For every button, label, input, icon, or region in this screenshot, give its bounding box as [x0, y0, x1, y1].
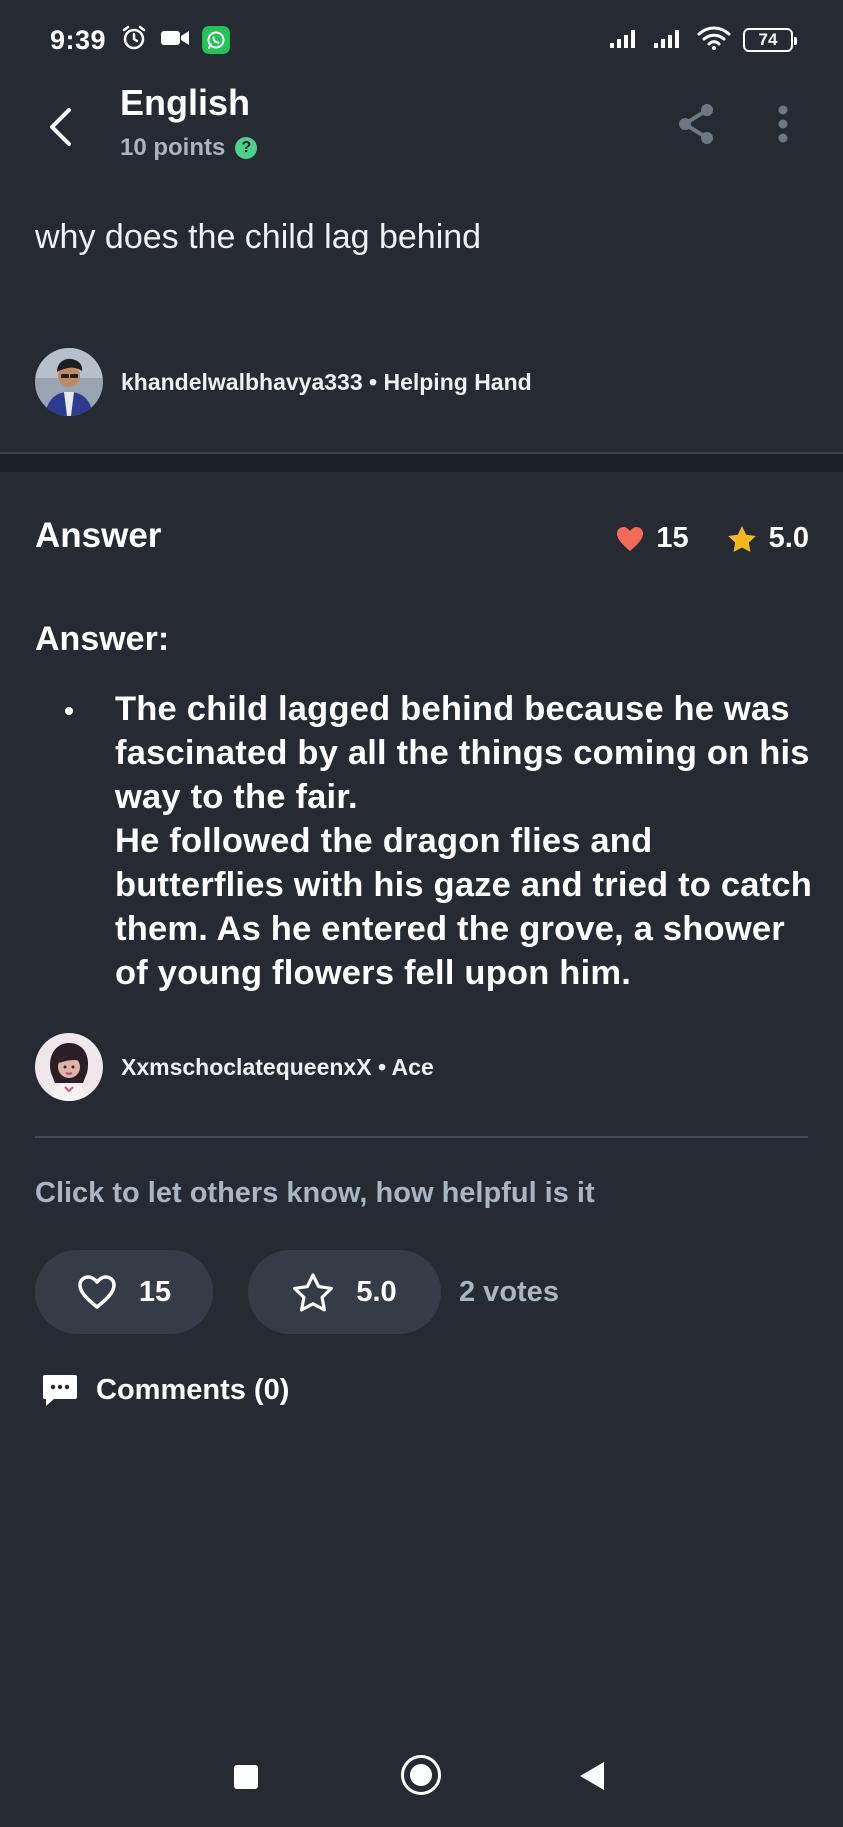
answerer-rank: Ace: [391, 1053, 434, 1080]
like-button-count: 15: [138, 1275, 172, 1308]
rating-stat: 5.0: [727, 522, 809, 555]
status-right-icons: 74: [609, 25, 797, 56]
comments-button[interactable]: Comments (0): [42, 1373, 289, 1407]
answer-stats: 15 5.0: [616, 522, 809, 555]
points-label: 10 points: [120, 134, 226, 161]
more-options-button[interactable]: [765, 100, 801, 148]
chevron-left-icon: [50, 108, 71, 146]
star-icon: [727, 525, 756, 552]
status-time: 9:39: [50, 24, 107, 55]
whatsapp-icon: [202, 26, 231, 54]
heart-outline-icon: [78, 1275, 116, 1309]
asker-user-line: khandelwalbhavya333 • Helping Hand: [121, 369, 532, 396]
separator-dot: •: [377, 1053, 392, 1080]
system-nav-bar: [0, 1740, 843, 1820]
answer-paragraph: The child lagged behind because he was f…: [115, 690, 810, 816]
answerer-username[interactable]: XxmschoclatequeenxX: [121, 1054, 372, 1080]
status-bar: 9:39 74: [0, 0, 843, 80]
more-vertical-icon: [778, 105, 788, 143]
points-row: 10 points ?: [120, 134, 258, 162]
share-icon: [679, 104, 713, 144]
alarm-icon: [120, 24, 148, 57]
answer-bullet: The child lagged behind because he was f…: [65, 687, 815, 995]
app-header: English 10 points ?: [0, 80, 843, 180]
answerer-user-line: XxmschoclatequeenxX • Ace: [121, 1054, 434, 1081]
back-button[interactable]: [40, 102, 80, 152]
home-button[interactable]: [401, 1755, 441, 1795]
help-icon[interactable]: ?: [235, 137, 258, 159]
asker-row[interactable]: khandelwalbhavya333 • Helping Hand: [35, 348, 532, 416]
likes-count: 15: [656, 522, 689, 554]
asker-rank: Helping Hand: [383, 368, 532, 395]
answer-paragraph: He followed the dragon flies and butterf…: [115, 822, 812, 992]
separator-dot: •: [369, 368, 384, 395]
question-text: why does the child lag behind: [35, 218, 482, 256]
like-button[interactable]: 15: [35, 1250, 213, 1334]
video-icon: [160, 27, 190, 54]
answerer-row[interactable]: XxmschoclatequeenxX • Ace: [35, 1033, 434, 1101]
divider: [35, 1136, 808, 1138]
answer-heading: Answer:: [35, 620, 170, 658]
avatar[interactable]: [35, 1033, 103, 1101]
star-outline-icon: [293, 1273, 334, 1312]
status-left-icons: [120, 24, 231, 57]
wifi-icon: [697, 25, 731, 56]
comment-icon: [43, 1375, 77, 1406]
likes-stat: 15: [616, 522, 689, 555]
votes-count: 2 votes: [459, 1275, 559, 1308]
comments-label: Comments (0): [96, 1373, 290, 1406]
answer-section-title: Answer: [35, 516, 162, 555]
recents-button[interactable]: [234, 1765, 258, 1789]
asker-username[interactable]: khandelwalbhavya333: [121, 369, 363, 395]
rate-button[interactable]: 5.0: [248, 1250, 441, 1334]
subject-title: English: [120, 82, 251, 123]
heart-icon: [617, 526, 644, 551]
rate-button-value: 5.0: [356, 1275, 397, 1308]
section-separator: [0, 454, 843, 472]
rating-row: 15 5.0 2 votes: [35, 1250, 559, 1334]
battery-icon: 74: [743, 28, 797, 52]
system-back-button[interactable]: [580, 1762, 604, 1790]
avatar[interactable]: [35, 348, 103, 416]
answer-list: The child lagged behind because he was f…: [35, 687, 815, 995]
share-button[interactable]: [672, 100, 720, 148]
helpfulness-prompt: Click to let others know, how helpful is…: [35, 1177, 595, 1209]
signal-icon: [609, 27, 641, 54]
signal-icon: [653, 27, 685, 54]
answer-body: Answer: The child lagged behind because …: [35, 620, 815, 995]
rating-value: 5.0: [768, 522, 809, 554]
